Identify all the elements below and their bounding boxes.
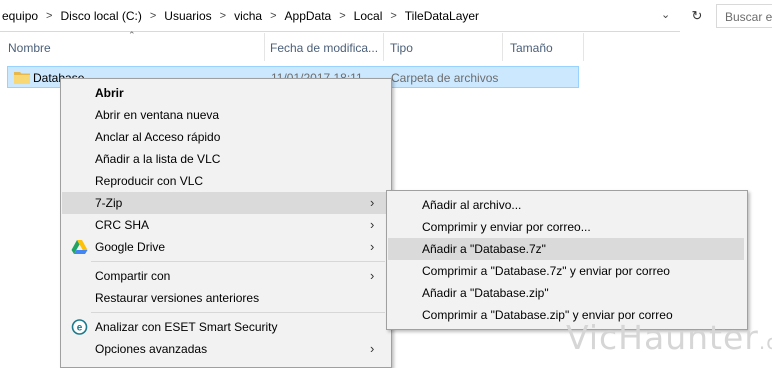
submenu-item-anadir-archivo[interactable]: Añadir al archivo... <box>388 194 744 216</box>
column-header-name[interactable]: Nombre <box>0 33 264 61</box>
breadcrumb: equipo > Disco local (C:) > Usuarios > v… <box>2 9 479 23</box>
column-header-size[interactable]: Tamaño <box>503 33 583 61</box>
refresh-button[interactable]: ↻ <box>688 6 706 26</box>
breadcrumb-item-local[interactable]: Local <box>354 9 383 23</box>
breadcrumb-item-disco-local[interactable]: Disco local (C:) <box>60 9 141 23</box>
column-header-date[interactable]: Fecha de modifica... <box>265 33 383 61</box>
menu-item-label: Añadir a la lista de VLC <box>95 152 221 166</box>
menu-item-reproducir-vlc[interactable]: Reproducir con VLC <box>62 170 390 192</box>
menu-item-compartir-con[interactable]: Compartir con › <box>62 265 390 287</box>
chevron-right-icon: › <box>370 217 375 232</box>
svg-text:e: e <box>77 323 83 334</box>
chevron-right-icon: › <box>370 239 375 254</box>
column-header-type-label: Tipo <box>390 41 413 55</box>
breadcrumb-item-vicha[interactable]: vicha <box>234 9 262 23</box>
submenu-item-comprimir-7z-correo[interactable]: Comprimir a "Database.7z" y enviar por c… <box>388 260 744 282</box>
column-header-size-label: Tamaño <box>510 41 553 55</box>
breadcrumb-item-appdata[interactable]: AppData <box>285 9 332 23</box>
breadcrumb-separator[interactable]: > <box>46 10 52 22</box>
column-divider[interactable] <box>583 33 584 61</box>
menu-item-abrir[interactable]: Abrir <box>62 82 390 104</box>
menu-item-google-drive[interactable]: Google Drive › <box>62 236 390 258</box>
menu-item-label: CRC SHA <box>95 218 150 232</box>
menu-separator <box>91 261 385 262</box>
watermark-suffix: .org <box>758 330 772 354</box>
menu-item-label: Abrir en ventana nueva <box>95 108 220 122</box>
eset-icon: e <box>71 319 88 335</box>
google-drive-icon <box>71 240 88 254</box>
menu-item-7zip[interactable]: 7-Zip › <box>62 192 390 214</box>
menu-item-opciones-avanzadas[interactable]: Opciones avanzadas › <box>62 338 390 360</box>
submenu-item-label: Añadir a "Database.zip" <box>422 286 549 300</box>
menu-item-label: Google Drive <box>95 240 166 254</box>
breadcrumb-separator[interactable]: > <box>390 10 396 22</box>
column-header-type[interactable]: Tipo <box>384 33 502 61</box>
menu-item-label: Reproducir con VLC <box>95 174 204 188</box>
breadcrumb-separator[interactable]: > <box>270 10 276 22</box>
menu-item-abrir-ventana-nueva[interactable]: Abrir en ventana nueva <box>62 104 390 126</box>
menu-item-anadir-lista-vlc[interactable]: Añadir a la lista de VLC <box>62 148 390 170</box>
search-box[interactable]: Buscar en <box>716 4 772 28</box>
menu-item-label: Opciones avanzadas <box>95 342 208 356</box>
submenu-item-anadir-zip[interactable]: Añadir a "Database.zip" <box>388 282 744 304</box>
search-placeholder: Buscar en <box>725 10 772 24</box>
submenu-7zip: Añadir al archivo... Comprimir y enviar … <box>386 190 748 330</box>
submenu-item-label: Comprimir a "Database.7z" y enviar por c… <box>422 264 670 278</box>
menu-item-label: Anclar al Acceso rápido <box>95 130 221 144</box>
submenu-item-label: Añadir al archivo... <box>422 198 522 212</box>
submenu-item-comprimir-enviar[interactable]: Comprimir y enviar por correo... <box>388 216 744 238</box>
menu-item-anclar-acceso-rapido[interactable]: Anclar al Acceso rápido <box>62 126 390 148</box>
menu-item-eset-scan[interactable]: e Analizar con ESET Smart Security <box>62 316 390 338</box>
menu-item-label: Analizar con ESET Smart Security <box>95 320 278 334</box>
column-header-name-label: Nombre <box>8 41 51 55</box>
menu-item-restaurar-versiones[interactable]: Restaurar versiones anteriores <box>62 287 390 309</box>
submenu-item-anadir-7z[interactable]: Añadir a "Database.7z" <box>388 238 744 260</box>
menu-item-label: 7-Zip <box>95 196 123 210</box>
address-bar[interactable]: equipo > Disco local (C:) > Usuarios > v… <box>0 0 680 32</box>
menu-item-label: Compartir con <box>95 269 171 283</box>
breadcrumb-item-equipo[interactable]: equipo <box>2 9 38 23</box>
breadcrumb-item-usuarios[interactable]: Usuarios <box>164 9 211 23</box>
breadcrumb-separator[interactable]: > <box>220 10 226 22</box>
file-type: Carpeta de archivos <box>391 71 499 85</box>
column-header-date-label: Fecha de modifica... <box>270 41 379 55</box>
chevron-right-icon: › <box>370 341 375 356</box>
menu-item-label: Abrir <box>95 86 124 100</box>
chevron-right-icon: › <box>370 195 375 210</box>
breadcrumb-separator[interactable]: > <box>150 10 156 22</box>
chevron-down-icon[interactable]: ⌄ <box>661 8 670 21</box>
menu-item-label: Restaurar versiones anteriores <box>95 291 260 305</box>
watermark-text: VicHaunter <box>566 318 759 357</box>
refresh-icon: ↻ <box>691 8 703 23</box>
context-menu: Abrir Abrir en ventana nueva Anclar al A… <box>60 78 392 368</box>
menu-separator <box>91 312 385 313</box>
folder-icon <box>14 72 30 84</box>
breadcrumb-item-tiledatalayer[interactable]: TileDataLayer <box>405 9 479 23</box>
submenu-item-label: Añadir a "Database.7z" <box>422 242 546 256</box>
breadcrumb-separator[interactable]: > <box>339 10 345 22</box>
submenu-item-label: Comprimir y enviar por correo... <box>422 220 591 234</box>
watermark-logo: VicHaunter.org <box>566 318 772 357</box>
menu-item-crc-sha[interactable]: CRC SHA › <box>62 214 390 236</box>
chevron-right-icon: › <box>370 268 375 283</box>
